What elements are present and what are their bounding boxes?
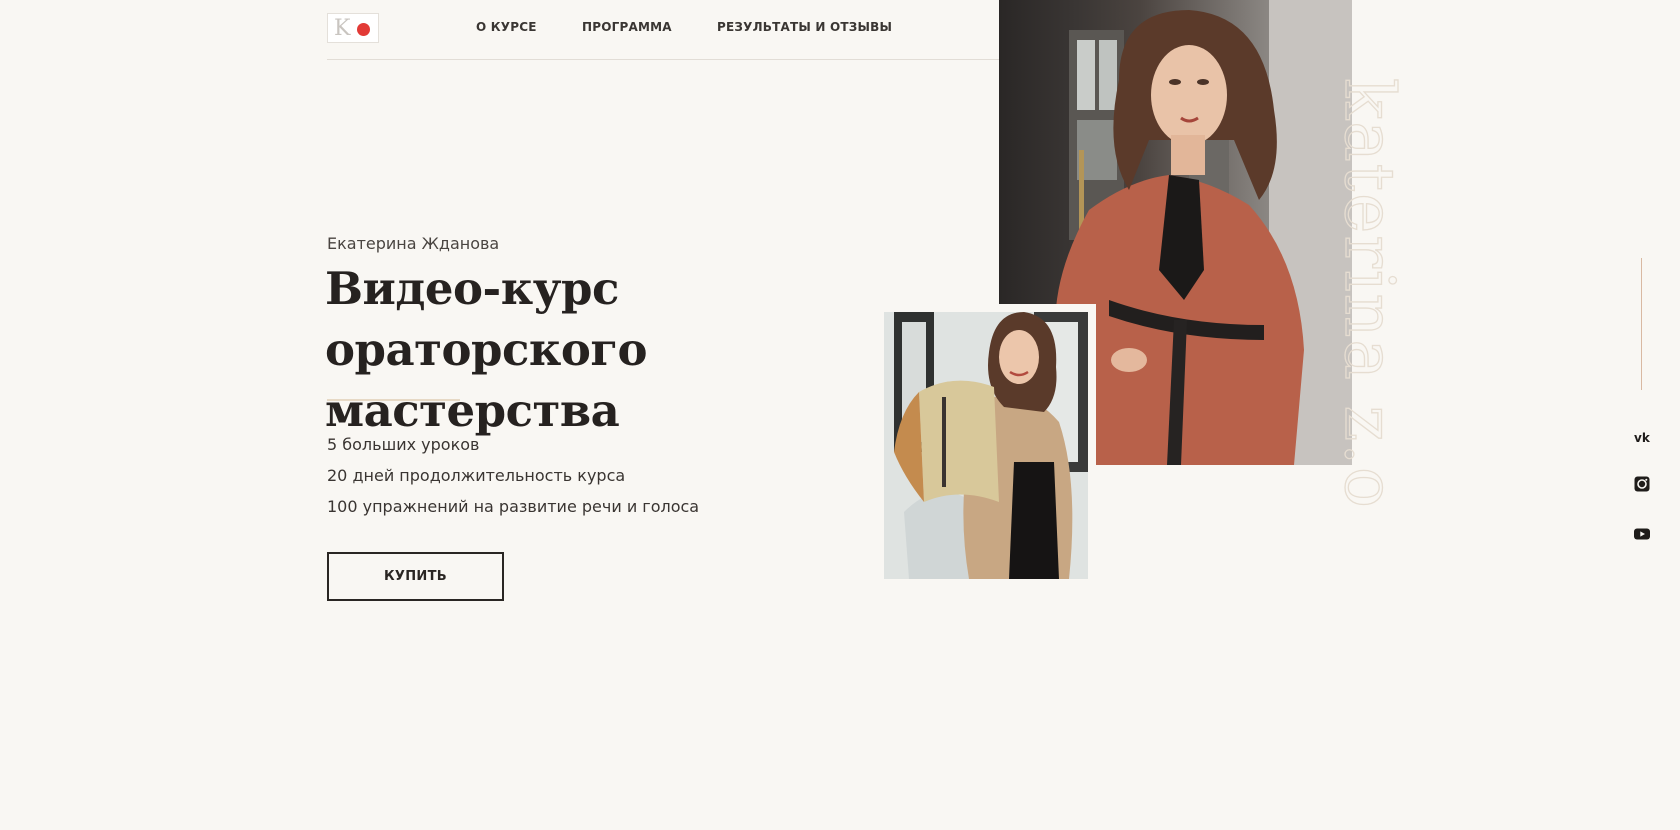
author-name: Екатерина Жданова <box>327 234 500 253</box>
fact-item-exercises: 100 упражнений на развитие речи и голоса <box>327 497 700 516</box>
hero-photo-secondary <box>884 312 1088 579</box>
page-title: Видео-курс ораторского мастерства <box>325 262 648 437</box>
course-facts: 5 больших уроков 20 дней продолжительнос… <box>327 429 699 522</box>
svg-text:vk: vk <box>1634 431 1651 445</box>
logo-letter: K <box>334 16 351 41</box>
youtube-icon[interactable] <box>1633 525 1651 543</box>
buy-button[interactable]: КУПИТЬ <box>327 552 504 601</box>
nav-item-about[interactable]: О КУРСЕ <box>476 20 537 34</box>
title-divider <box>327 399 460 401</box>
logo-dot <box>357 23 370 36</box>
vk-icon[interactable]: vk <box>1633 428 1651 446</box>
fact-item-lessons: 5 больших уроков <box>327 435 480 454</box>
header-divider <box>327 59 999 60</box>
nav-item-results[interactable]: РЕЗУЛЬТАТЫ И ОТЗЫВЫ <box>717 20 892 34</box>
side-rail-line <box>1641 258 1642 390</box>
fact-item-duration: 20 дней продолжительность курса <box>327 466 626 485</box>
nav-item-program[interactable]: ПРОГРАММА <box>582 20 672 34</box>
site-logo[interactable]: K <box>327 13 379 43</box>
instagram-icon[interactable] <box>1633 475 1651 493</box>
